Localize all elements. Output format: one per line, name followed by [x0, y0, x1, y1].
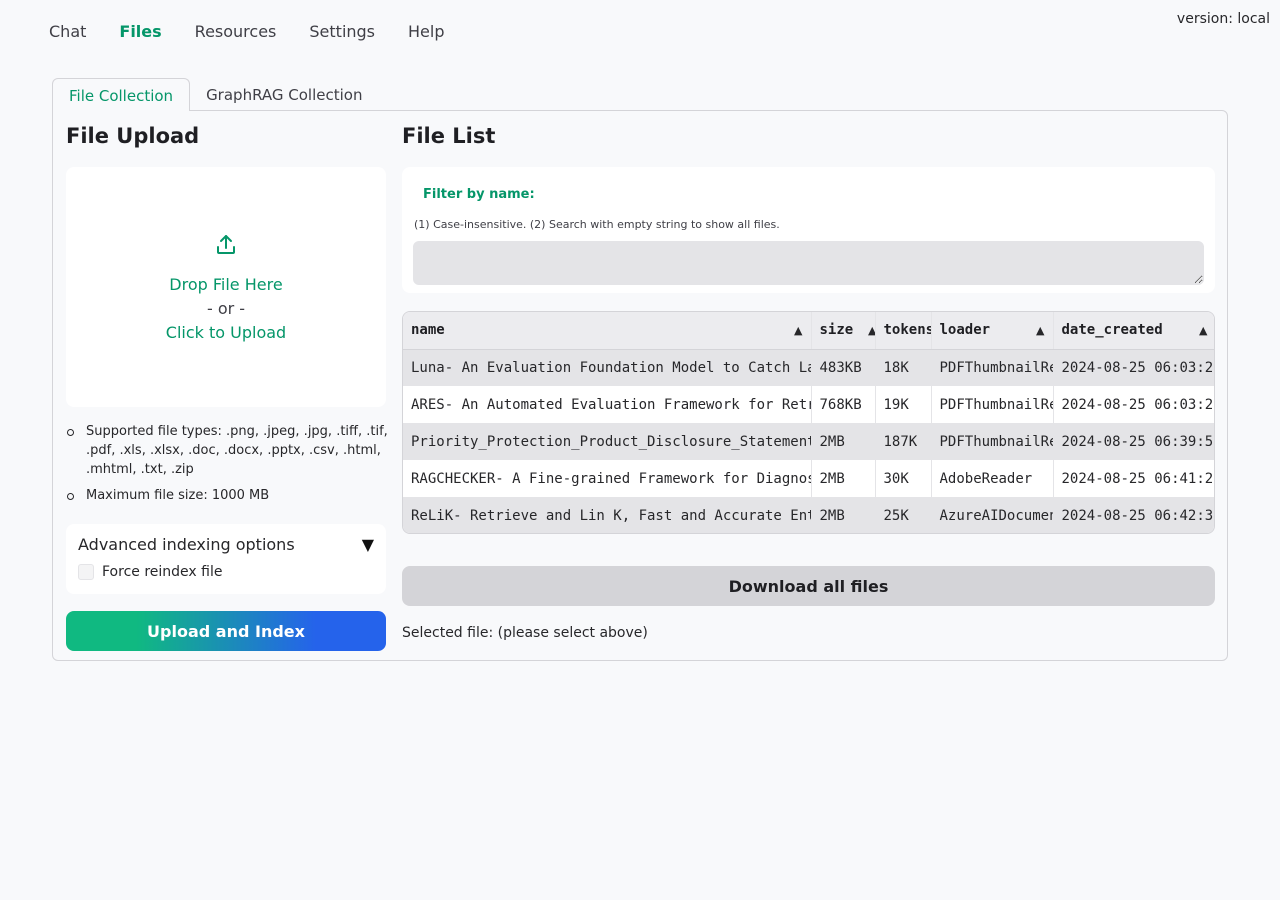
file-list-title: File List: [402, 124, 496, 148]
filter-hint: (1) Case-insensitive. (2) Search with em…: [414, 218, 780, 231]
table-row[interactable]: ARES- An Automated Evaluation Framework …: [403, 386, 1214, 423]
cell-name: ReLiK- Retrieve and Lin K, Fast and Accu…: [403, 497, 812, 533]
click-to-upload-text[interactable]: Click to Upload: [166, 321, 286, 345]
cell-name: RAGCHECKER- A Fine-grained Framework for…: [403, 460, 812, 497]
version-label: version: local: [1176, 11, 1270, 27]
upload-and-index-button[interactable]: Upload and Index: [66, 611, 386, 651]
table-row[interactable]: RAGCHECKER- A Fine-grained Framework for…: [403, 460, 1214, 497]
file-upload-title: File Upload: [66, 124, 200, 148]
file-table: name ▲ size ▲ tokens loader ▲ date_created ▲…: [402, 311, 1215, 534]
advanced-options-accordion: Advanced indexing options ▼ Force reinde…: [66, 524, 386, 594]
cell-size: 768KB: [811, 386, 876, 423]
selected-file-text: Selected file: (please select above): [402, 625, 648, 641]
drop-file-text: Drop File Here: [169, 275, 283, 294]
cell-date-created: 2024-08-25 06:03:2: [1053, 386, 1214, 423]
nav-files[interactable]: Files: [119, 22, 161, 41]
cell-tokens: 30K: [875, 460, 932, 497]
filter-input[interactable]: [413, 241, 1204, 285]
cell-date-created: 2024-08-25 06:39:5: [1053, 423, 1214, 460]
cell-date-created: 2024-08-25 06:03:2: [1053, 349, 1214, 386]
file-dropzone[interactable]: Drop File Here - or - Click to Upload: [66, 167, 386, 407]
caret-down-icon: ▼: [361, 535, 374, 554]
collection-tabs: File Collection GraphRAG Collection: [52, 78, 378, 111]
cell-tokens: 187K: [875, 423, 932, 460]
upload-info-list: Supported file types: .png, .jpeg, .jpg,…: [66, 422, 388, 512]
force-reindex-label: Force reindex file: [102, 564, 223, 580]
nav-resources[interactable]: Resources: [195, 22, 277, 41]
column-header-name[interactable]: name ▲: [403, 312, 812, 350]
sort-icon[interactable]: ▲: [1199, 324, 1207, 337]
list-item: Maximum file size: 1000 MB: [66, 486, 388, 505]
upload-icon: [214, 233, 238, 261]
advanced-options-title: Advanced indexing options: [78, 535, 295, 554]
cell-tokens: 18K: [875, 349, 932, 386]
cell-size: 483KB: [811, 349, 876, 386]
cell-name: Luna- An Evaluation Foundation Model to …: [403, 349, 812, 386]
column-header-size[interactable]: size ▲: [811, 312, 876, 350]
cell-tokens: 19K: [875, 386, 932, 423]
cell-name: ARES- An Automated Evaluation Framework …: [403, 386, 812, 423]
cell-name: Priority_Protection_Product_Disclosure_S…: [403, 423, 812, 460]
table-row[interactable]: Luna- An Evaluation Foundation Model to …: [403, 349, 1214, 386]
supported-types-text: Supported file types: .png, .jpeg, .jpg,…: [86, 424, 388, 477]
nav-settings[interactable]: Settings: [309, 22, 375, 41]
tab-graphrag-collection[interactable]: GraphRAG Collection: [190, 78, 378, 111]
column-label: size: [819, 322, 854, 339]
table-row[interactable]: Priority_Protection_Product_Disclosure_S…: [403, 423, 1214, 460]
column-label: tokens: [883, 322, 931, 339]
sort-icon[interactable]: ▲: [868, 324, 874, 337]
column-label: name: [411, 322, 445, 339]
column-label: date_created: [1061, 322, 1163, 339]
cell-date-created: 2024-08-25 06:42:3: [1053, 497, 1214, 533]
download-all-files-button[interactable]: Download all files: [402, 566, 1215, 606]
or-separator: - or -: [206, 299, 246, 318]
max-size-text: Maximum file size: 1000 MB: [86, 488, 270, 503]
column-header-loader[interactable]: loader ▲: [931, 312, 1054, 350]
table-header-row: name ▲ size ▲ tokens loader ▲ date_created ▲: [403, 312, 1214, 350]
force-reindex-checkbox[interactable]: [78, 564, 94, 580]
table-row[interactable]: ReLiK- Retrieve and Lin K, Fast and Accu…: [403, 497, 1214, 533]
cell-loader: PDFThumbnailRe: [931, 349, 1054, 386]
cell-size: 2MB: [811, 497, 876, 533]
nav-help[interactable]: Help: [408, 22, 444, 41]
column-label: loader: [939, 322, 991, 339]
cell-loader: PDFThumbnailRe: [931, 423, 1054, 460]
cell-size: 2MB: [811, 423, 876, 460]
cell-loader: AzureAIDocumen: [931, 497, 1054, 533]
cell-loader: PDFThumbnailRe: [931, 386, 1054, 423]
filter-label: Filter by name:: [423, 187, 535, 202]
cell-date-created: 2024-08-25 06:41:2: [1053, 460, 1214, 497]
column-header-tokens[interactable]: tokens: [875, 312, 932, 350]
list-item: Supported file types: .png, .jpeg, .jpg,…: [66, 422, 388, 479]
cell-loader: AdobeReader: [931, 460, 1054, 497]
advanced-options-toggle[interactable]: Advanced indexing options ▼: [78, 535, 374, 554]
filter-box: Filter by name: (1) Case-insensitive. (2…: [402, 167, 1215, 293]
nav-chat[interactable]: Chat: [49, 22, 86, 41]
cell-tokens: 25K: [875, 497, 932, 533]
cell-size: 2MB: [811, 460, 876, 497]
sort-icon[interactable]: ▲: [794, 324, 802, 337]
sort-icon[interactable]: ▲: [1036, 324, 1044, 337]
column-header-date-created[interactable]: date_created ▲: [1053, 312, 1214, 350]
tab-file-collection[interactable]: File Collection: [52, 78, 191, 111]
file-collection-panel: File Upload Drop File Here - or - Click …: [52, 110, 1228, 661]
force-reindex-row[interactable]: Force reindex file: [78, 564, 374, 580]
top-nav: Chat Files Resources Settings Help: [49, 22, 478, 41]
